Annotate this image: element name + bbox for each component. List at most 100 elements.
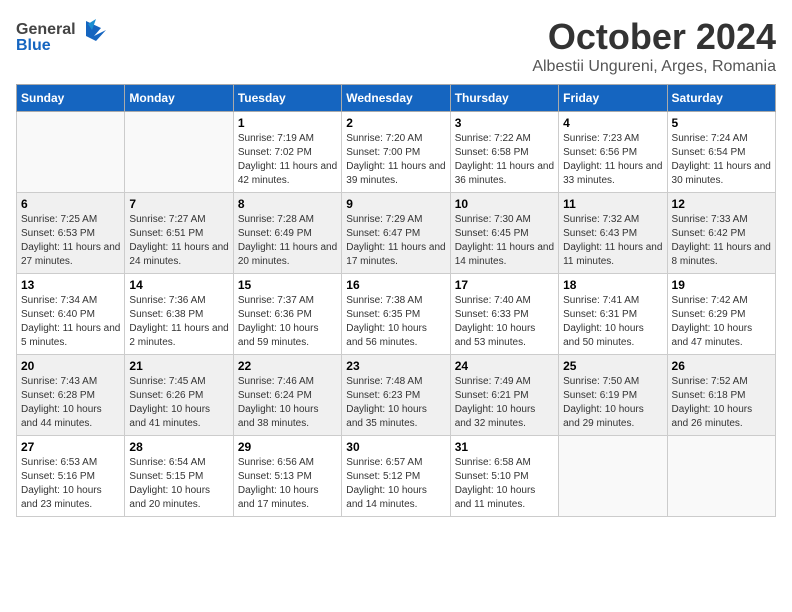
day-number: 9 [346, 197, 445, 211]
calendar-cell: 21 Sunrise: 7:45 AM Sunset: 6:26 PM Dayli… [125, 355, 233, 436]
day-info: Sunrise: 7:46 AM Sunset: 6:24 PM Dayligh… [238, 375, 337, 431]
day-info: Sunrise: 7:45 AM Sunset: 6:26 PM Dayligh… [129, 375, 228, 431]
calendar-week-row: 6 Sunrise: 7:25 AM Sunset: 6:53 PM Daylig… [17, 193, 776, 274]
calendar-cell: 31 Sunrise: 6:58 AM Sunset: 5:10 PM Dayli… [450, 436, 558, 517]
weekday-header: Thursday [450, 85, 558, 112]
day-number: 28 [129, 440, 228, 454]
day-number: 11 [563, 197, 662, 211]
calendar-week-row: 27 Sunrise: 6:53 AM Sunset: 5:16 PM Dayli… [17, 436, 776, 517]
day-number: 10 [455, 197, 554, 211]
day-info: Sunrise: 7:25 AM Sunset: 6:53 PM Dayligh… [21, 213, 120, 269]
calendar-cell: 17 Sunrise: 7:40 AM Sunset: 6:33 PM Dayli… [450, 274, 558, 355]
calendar-cell: 11 Sunrise: 7:32 AM Sunset: 6:43 PM Dayli… [559, 193, 667, 274]
weekday-header-row: SundayMondayTuesdayWednesdayThursdayFrid… [17, 85, 776, 112]
day-info: Sunrise: 7:50 AM Sunset: 6:19 PM Dayligh… [563, 375, 662, 431]
calendar-cell: 23 Sunrise: 7:48 AM Sunset: 6:23 PM Dayli… [342, 355, 450, 436]
calendar-cell [17, 112, 125, 193]
day-number: 27 [21, 440, 120, 454]
day-info: Sunrise: 7:20 AM Sunset: 7:00 PM Dayligh… [346, 132, 445, 188]
calendar-cell: 4Sunrise: 7:23 AM Sunset: 6:56 PM Daylig… [559, 112, 667, 193]
calendar-cell: 5Sunrise: 7:24 AM Sunset: 6:54 PM Daylig… [667, 112, 775, 193]
calendar-cell: 19Sunrise: 7:42 AM Sunset: 6:29 PM Dayli… [667, 274, 775, 355]
calendar-cell: 20 Sunrise: 7:43 AM Sunset: 6:28 PM Dayli… [17, 355, 125, 436]
day-number: 1 [238, 116, 337, 130]
day-info: Sunrise: 7:40 AM Sunset: 6:33 PM Dayligh… [455, 294, 554, 350]
calendar-cell: 22 Sunrise: 7:46 AM Sunset: 6:24 PM Dayli… [233, 355, 341, 436]
day-info: Sunrise: 7:48 AM Sunset: 6:23 PM Dayligh… [346, 375, 445, 431]
calendar-cell: 12 Sunrise: 7:33 AM Sunset: 6:42 PM Dayli… [667, 193, 775, 274]
calendar-cell: 6 Sunrise: 7:25 AM Sunset: 6:53 PM Daylig… [17, 193, 125, 274]
day-info: Sunrise: 7:43 AM Sunset: 6:28 PM Dayligh… [21, 375, 120, 431]
day-number: 30 [346, 440, 445, 454]
calendar-week-row: 1Sunrise: 7:19 AM Sunset: 7:02 PM Daylig… [17, 112, 776, 193]
day-number: 2 [346, 116, 445, 130]
calendar-cell: 16Sunrise: 7:38 AM Sunset: 6:35 PM Dayli… [342, 274, 450, 355]
calendar-cell: 28Sunrise: 6:54 AM Sunset: 5:15 PM Dayli… [125, 436, 233, 517]
day-info: Sunrise: 6:58 AM Sunset: 5:10 PM Dayligh… [455, 456, 554, 512]
weekday-header: Monday [125, 85, 233, 112]
calendar-cell: 14 Sunrise: 7:36 AM Sunset: 6:38 PM Dayli… [125, 274, 233, 355]
calendar-cell: 1Sunrise: 7:19 AM Sunset: 7:02 PM Daylig… [233, 112, 341, 193]
day-number: 16 [346, 278, 445, 292]
calendar-cell: 15Sunrise: 7:37 AM Sunset: 6:36 PM Dayli… [233, 274, 341, 355]
weekday-header: Tuesday [233, 85, 341, 112]
calendar-cell [559, 436, 667, 517]
day-number: 26 [672, 359, 771, 373]
logo: General Blue [16, 16, 106, 56]
day-number: 20 [21, 359, 120, 373]
day-number: 15 [238, 278, 337, 292]
calendar-cell: 25 Sunrise: 7:50 AM Sunset: 6:19 PM Dayli… [559, 355, 667, 436]
calendar-cell: 24Sunrise: 7:49 AM Sunset: 6:21 PM Dayli… [450, 355, 558, 436]
location-title: Albestii Ungureni, Arges, Romania [532, 58, 776, 76]
calendar-cell: 9 Sunrise: 7:29 AM Sunset: 6:47 PM Daylig… [342, 193, 450, 274]
day-number: 7 [129, 197, 228, 211]
day-number: 23 [346, 359, 445, 373]
day-info: Sunrise: 7:52 AM Sunset: 6:18 PM Dayligh… [672, 375, 771, 431]
day-info: Sunrise: 7:34 AM Sunset: 6:40 PM Dayligh… [21, 294, 120, 350]
day-info: Sunrise: 7:33 AM Sunset: 6:42 PM Dayligh… [672, 213, 771, 269]
calendar-cell [667, 436, 775, 517]
logo-svg: General Blue [16, 16, 106, 56]
day-number: 25 [563, 359, 662, 373]
day-number: 4 [563, 116, 662, 130]
calendar-cell: 29Sunrise: 6:56 AM Sunset: 5:13 PM Dayli… [233, 436, 341, 517]
day-number: 24 [455, 359, 554, 373]
day-number: 22 [238, 359, 337, 373]
day-number: 17 [455, 278, 554, 292]
calendar-cell: 3 Sunrise: 7:22 AM Sunset: 6:58 PM Daylig… [450, 112, 558, 193]
weekday-header: Wednesday [342, 85, 450, 112]
day-number: 13 [21, 278, 120, 292]
day-number: 12 [672, 197, 771, 211]
day-info: Sunrise: 7:22 AM Sunset: 6:58 PM Dayligh… [455, 132, 554, 188]
day-number: 14 [129, 278, 228, 292]
calendar-cell: 30 Sunrise: 6:57 AM Sunset: 5:12 PM Dayli… [342, 436, 450, 517]
day-number: 18 [563, 278, 662, 292]
day-number: 3 [455, 116, 554, 130]
calendar-week-row: 20 Sunrise: 7:43 AM Sunset: 6:28 PM Dayli… [17, 355, 776, 436]
month-title: October 2024 [532, 16, 776, 58]
day-info: Sunrise: 6:53 AM Sunset: 5:16 PM Dayligh… [21, 456, 120, 512]
weekday-header: Friday [559, 85, 667, 112]
day-number: 8 [238, 197, 337, 211]
day-number: 19 [672, 278, 771, 292]
day-number: 6 [21, 197, 120, 211]
svg-text:General: General [16, 21, 76, 38]
day-number: 5 [672, 116, 771, 130]
day-number: 21 [129, 359, 228, 373]
calendar-cell: 18Sunrise: 7:41 AM Sunset: 6:31 PM Dayli… [559, 274, 667, 355]
day-info: Sunrise: 7:29 AM Sunset: 6:47 PM Dayligh… [346, 213, 445, 269]
svg-text:Blue: Blue [16, 37, 51, 54]
day-number: 29 [238, 440, 337, 454]
day-info: Sunrise: 6:57 AM Sunset: 5:12 PM Dayligh… [346, 456, 445, 512]
day-info: Sunrise: 7:32 AM Sunset: 6:43 PM Dayligh… [563, 213, 662, 269]
calendar-cell: 10Sunrise: 7:30 AM Sunset: 6:45 PM Dayli… [450, 193, 558, 274]
day-number: 31 [455, 440, 554, 454]
page-header: General Blue October 2024 Albestii Ungur… [16, 16, 776, 76]
calendar-week-row: 13 Sunrise: 7:34 AM Sunset: 6:40 PM Dayli… [17, 274, 776, 355]
calendar-cell: 7 Sunrise: 7:27 AM Sunset: 6:51 PM Daylig… [125, 193, 233, 274]
day-info: Sunrise: 7:27 AM Sunset: 6:51 PM Dayligh… [129, 213, 228, 269]
day-info: Sunrise: 7:28 AM Sunset: 6:49 PM Dayligh… [238, 213, 337, 269]
day-info: Sunrise: 7:36 AM Sunset: 6:38 PM Dayligh… [129, 294, 228, 350]
calendar-cell [125, 112, 233, 193]
calendar-cell: 26 Sunrise: 7:52 AM Sunset: 6:18 PM Dayli… [667, 355, 775, 436]
